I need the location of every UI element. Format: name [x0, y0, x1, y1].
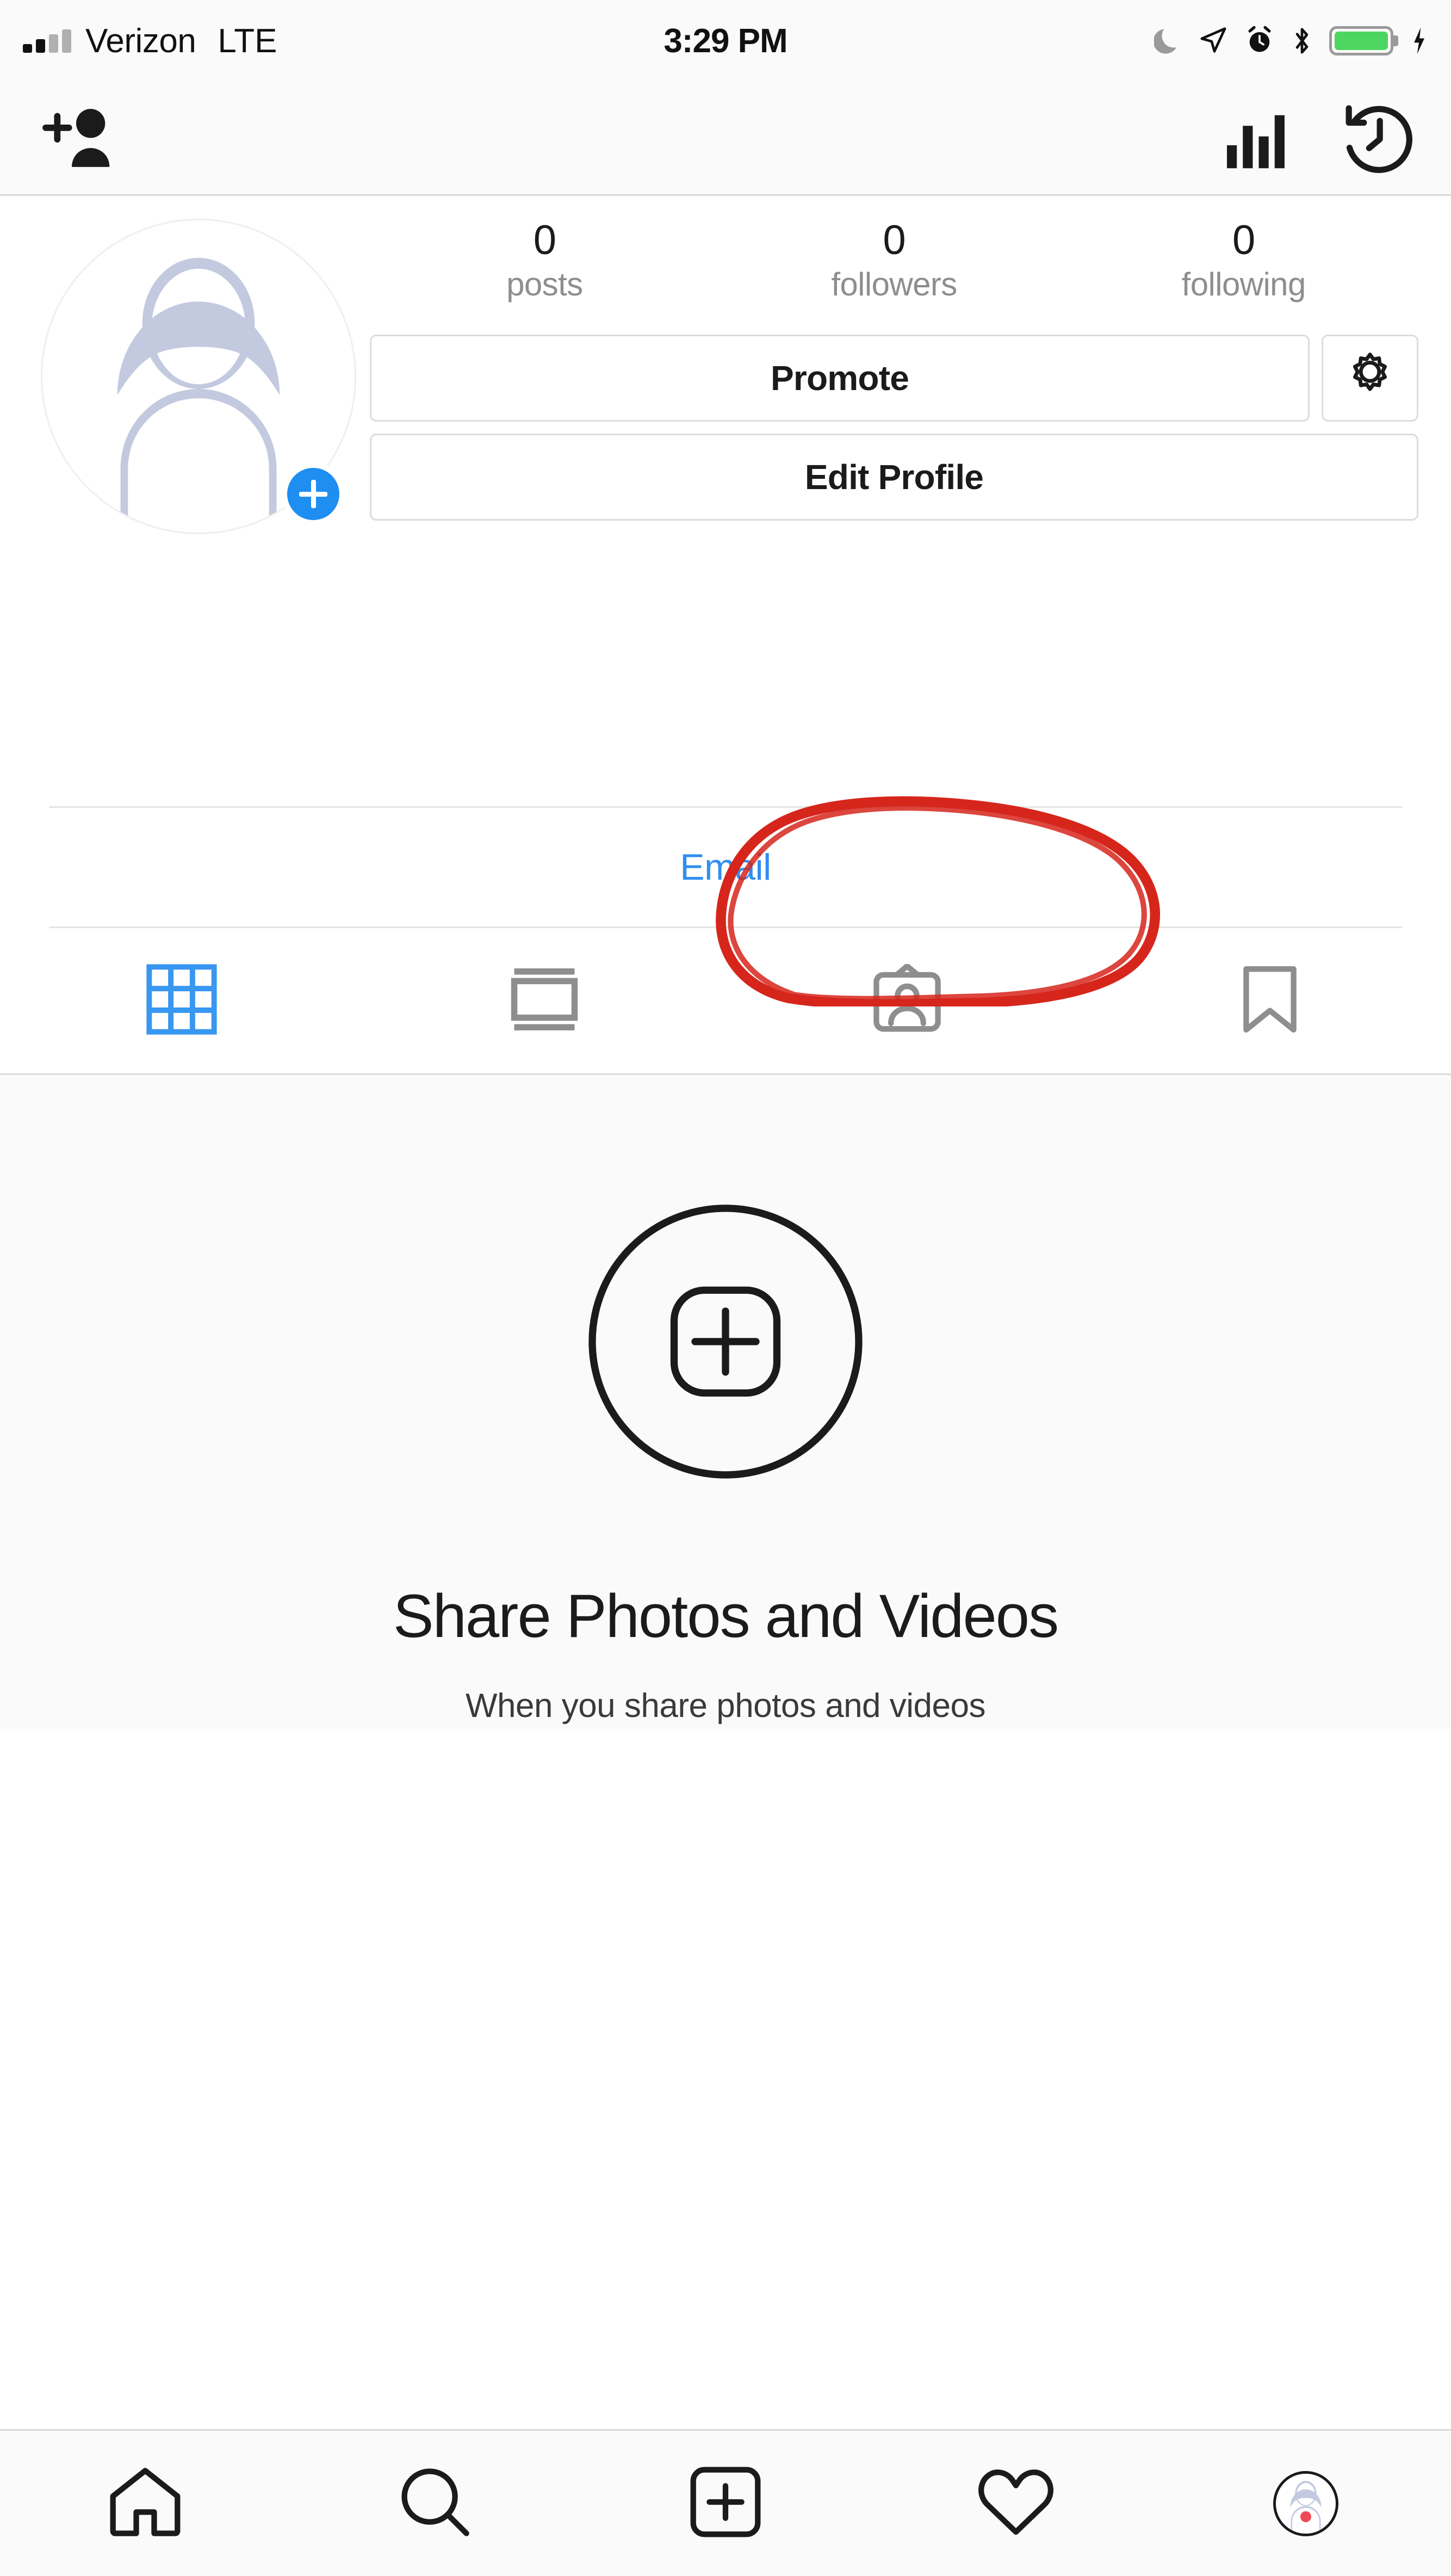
edit-profile-button[interactable]: Edit Profile — [370, 433, 1418, 521]
gear-icon — [1344, 348, 1396, 408]
network-type-label: LTE — [218, 22, 277, 60]
profile-notification-dot — [1300, 2511, 1312, 2522]
stat-followers[interactable]: 0 followers — [720, 219, 1069, 303]
app-nav-right-group — [1220, 98, 1418, 177]
heart-icon — [976, 2464, 1056, 2543]
profile-avatar-icon — [1273, 2470, 1339, 2536]
battery-icon — [1329, 26, 1393, 55]
archive-history-clock-icon[interactable] — [1340, 98, 1418, 177]
bottom-nav-bar — [0, 2429, 1451, 2576]
plus-square-icon — [687, 2464, 764, 2543]
stat-posts[interactable]: 0 posts — [370, 219, 720, 303]
profile-header: 0 posts 0 followers 0 following Promote — [0, 196, 1451, 534]
app-nav-bar — [0, 82, 1451, 196]
stat-posts-value: 0 — [533, 217, 556, 263]
profile-content: 0 posts 0 followers 0 following Promote — [0, 196, 1451, 2429]
signal-bars-icon — [23, 29, 71, 53]
add-person-icon[interactable] — [33, 101, 120, 175]
settings-button[interactable] — [1322, 334, 1418, 422]
empty-state: Share Photos and Videos When you share p… — [0, 1075, 1451, 1729]
stat-followers-label: followers — [831, 265, 957, 302]
bottom-nav-home[interactable] — [0, 2464, 290, 2543]
promote-button[interactable]: Promote — [370, 334, 1310, 422]
add-post-circle-icon[interactable] — [535, 1151, 916, 1535]
stat-followers-value: 0 — [883, 217, 906, 263]
tab-list[interactable] — [363, 964, 726, 1037]
bookmark-icon — [1238, 964, 1302, 1037]
grid-icon — [146, 964, 217, 1037]
profile-action-row-1: Promote — [370, 334, 1418, 422]
bluetooth-icon — [1291, 25, 1313, 57]
search-icon — [397, 2464, 473, 2543]
profile-stats: 0 posts 0 followers 0 following — [370, 219, 1418, 303]
status-bar-left: Verizon LTE — [23, 22, 277, 60]
bottom-nav-add[interactable] — [580, 2464, 871, 2543]
tab-tagged[interactable] — [726, 963, 1088, 1037]
bottom-nav-profile[interactable] — [1161, 2470, 1451, 2536]
empty-state-subtitle: When you share photos and videos — [466, 1687, 985, 1725]
avatar-container[interactable] — [33, 219, 364, 534]
alarm-clock-icon — [1244, 25, 1275, 57]
list-feed-icon — [509, 964, 580, 1037]
home-icon — [107, 2464, 183, 2543]
do-not-disturb-moon-icon — [1154, 25, 1182, 57]
stat-following-label: following — [1181, 265, 1306, 302]
profile-action-row-2: Edit Profile — [370, 433, 1418, 521]
bottom-nav-search[interactable] — [290, 2464, 581, 2543]
profile-header-right: 0 posts 0 followers 0 following Promote — [364, 219, 1418, 534]
location-arrow-icon — [1199, 25, 1228, 57]
stat-posts-label: posts — [506, 265, 583, 302]
status-bar: Verizon LTE 3:29 PM — [0, 0, 1451, 82]
carrier-label: Verizon — [85, 22, 196, 60]
tagged-person-icon — [872, 963, 942, 1037]
charging-bolt-icon — [1410, 25, 1428, 57]
tab-grid[interactable] — [0, 964, 363, 1037]
profile-tab-bar — [0, 928, 1451, 1075]
empty-state-title: Share Photos and Videos — [393, 1582, 1059, 1650]
phone-screen: Verizon LTE 3:29 PM 0 posts 0 followers … — [0, 0, 1451, 2576]
status-bar-right — [1154, 25, 1428, 57]
stat-following-value: 0 — [1232, 217, 1255, 263]
add-story-plus-badge[interactable] — [282, 462, 345, 526]
bottom-nav-activity[interactable] — [871, 2464, 1161, 2543]
insights-bar-chart-icon[interactable] — [1220, 103, 1291, 174]
tab-saved[interactable] — [1088, 964, 1451, 1037]
contact-row: Email — [0, 808, 1451, 926]
stat-following[interactable]: 0 following — [1069, 219, 1418, 303]
email-button[interactable]: Email — [680, 846, 771, 888]
bio-spacer — [0, 534, 1451, 806]
